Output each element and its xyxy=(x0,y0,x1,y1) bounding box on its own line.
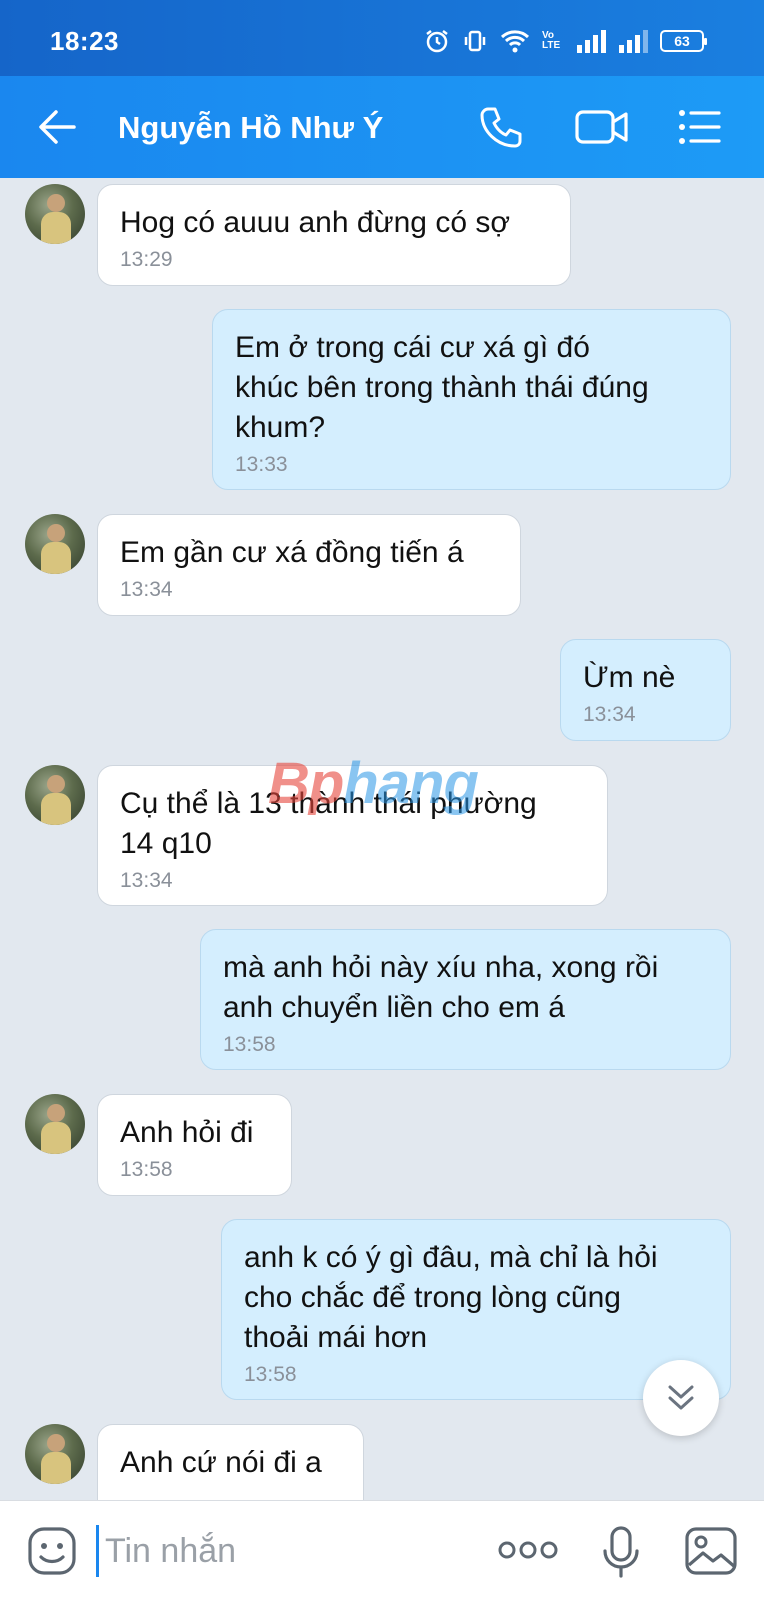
message-bubble-incoming[interactable]: Anh cứ nói đi a xyxy=(97,1424,364,1500)
message-time: 13:34 xyxy=(583,703,636,726)
chat-header: Nguyễn Hồ Như Ý xyxy=(0,76,764,178)
volte-label: Vo LTE xyxy=(542,30,561,51)
message-time: 13:33 xyxy=(235,453,288,476)
avatar[interactable] xyxy=(25,1094,85,1154)
message-bubble-outgoing[interactable]: mà anh hỏi này xíu nha, xong rồi anh chu… xyxy=(200,929,731,1070)
video-call-icon[interactable] xyxy=(574,104,630,150)
wifi-icon xyxy=(500,30,530,53)
avatar[interactable] xyxy=(25,1424,85,1484)
message-text: Em gần cư xá đồng tiến á xyxy=(120,536,464,569)
signal-icon-2 xyxy=(619,30,648,53)
menu-list-icon[interactable] xyxy=(676,104,722,150)
message-time: 13:58 xyxy=(244,1363,297,1386)
scroll-down-button[interactable] xyxy=(643,1360,719,1436)
alarm-icon xyxy=(426,30,448,53)
avatar[interactable] xyxy=(25,184,85,244)
signal-icon-1 xyxy=(577,30,606,53)
message-text: Anh cứ nói đi a xyxy=(120,1446,322,1479)
sticker-emoji-icon[interactable] xyxy=(26,1525,78,1577)
message-text: mà anh hỏi này xíu nha, xong rồi anh chu… xyxy=(223,951,659,1024)
watermark-logo: Bphang xyxy=(268,750,479,817)
message-time: 13:34 xyxy=(120,869,173,892)
message-text: Em ở trong cái cư xá gì đó khúc bên tron… xyxy=(235,331,649,444)
status-bar: 18:23 Vo LTE 63 xyxy=(0,0,764,76)
watermark-part1: Bp xyxy=(268,751,344,816)
message-bubble-outgoing[interactable]: Em ở trong cái cư xá gì đó khúc bên tron… xyxy=(212,309,731,490)
message-time: 13:29 xyxy=(120,248,173,271)
message-text: Hog có auuu anh đừng có sợ xyxy=(120,206,511,239)
avatar[interactable] xyxy=(25,765,85,825)
status-icons: Vo LTE 63 xyxy=(424,26,707,56)
back-arrow-icon[interactable] xyxy=(36,106,78,148)
message-bubble-incoming[interactable]: Em gần cư xá đồng tiến á 13:34 xyxy=(97,514,521,616)
contact-name[interactable]: Nguyễn Hồ Như Ý xyxy=(118,110,383,146)
phone-call-icon[interactable] xyxy=(478,104,524,150)
watermark-part2: hang xyxy=(343,751,479,816)
message-text: Ừm nè xyxy=(583,661,676,694)
message-input[interactable]: Tin nhắn xyxy=(96,1525,485,1577)
message-text: Anh hỏi đi xyxy=(120,1116,254,1149)
battery-level: 63 xyxy=(674,33,690,49)
status-time: 18:23 xyxy=(50,26,119,56)
vibrate-icon xyxy=(464,30,486,52)
message-time: 13:34 xyxy=(120,578,173,601)
image-gallery-icon[interactable] xyxy=(684,1525,738,1577)
message-text: anh k có ý gì đâu, mà chỉ là hỏi cho chắ… xyxy=(244,1241,658,1354)
battery-icon: 63 xyxy=(660,30,707,52)
message-bubble-incoming[interactable]: Anh hỏi đi 13:58 xyxy=(97,1094,292,1196)
microphone-icon[interactable] xyxy=(598,1525,644,1579)
message-list[interactable]: Hog có auuu anh đừng có sợ 13:29 Em ở tr… xyxy=(0,178,764,1500)
double-chevron-down-icon xyxy=(668,1385,694,1410)
message-bubble-incoming[interactable]: Hog có auuu anh đừng có sợ 13:29 xyxy=(97,184,571,286)
more-options-icon[interactable] xyxy=(497,1537,559,1563)
message-time: 13:58 xyxy=(120,1158,173,1181)
message-time: 13:58 xyxy=(223,1033,276,1056)
avatar[interactable] xyxy=(25,514,85,574)
message-bubble-outgoing[interactable]: Ừm nè 13:34 xyxy=(560,639,731,741)
message-input-bar: Tin nhắn xyxy=(0,1500,764,1601)
